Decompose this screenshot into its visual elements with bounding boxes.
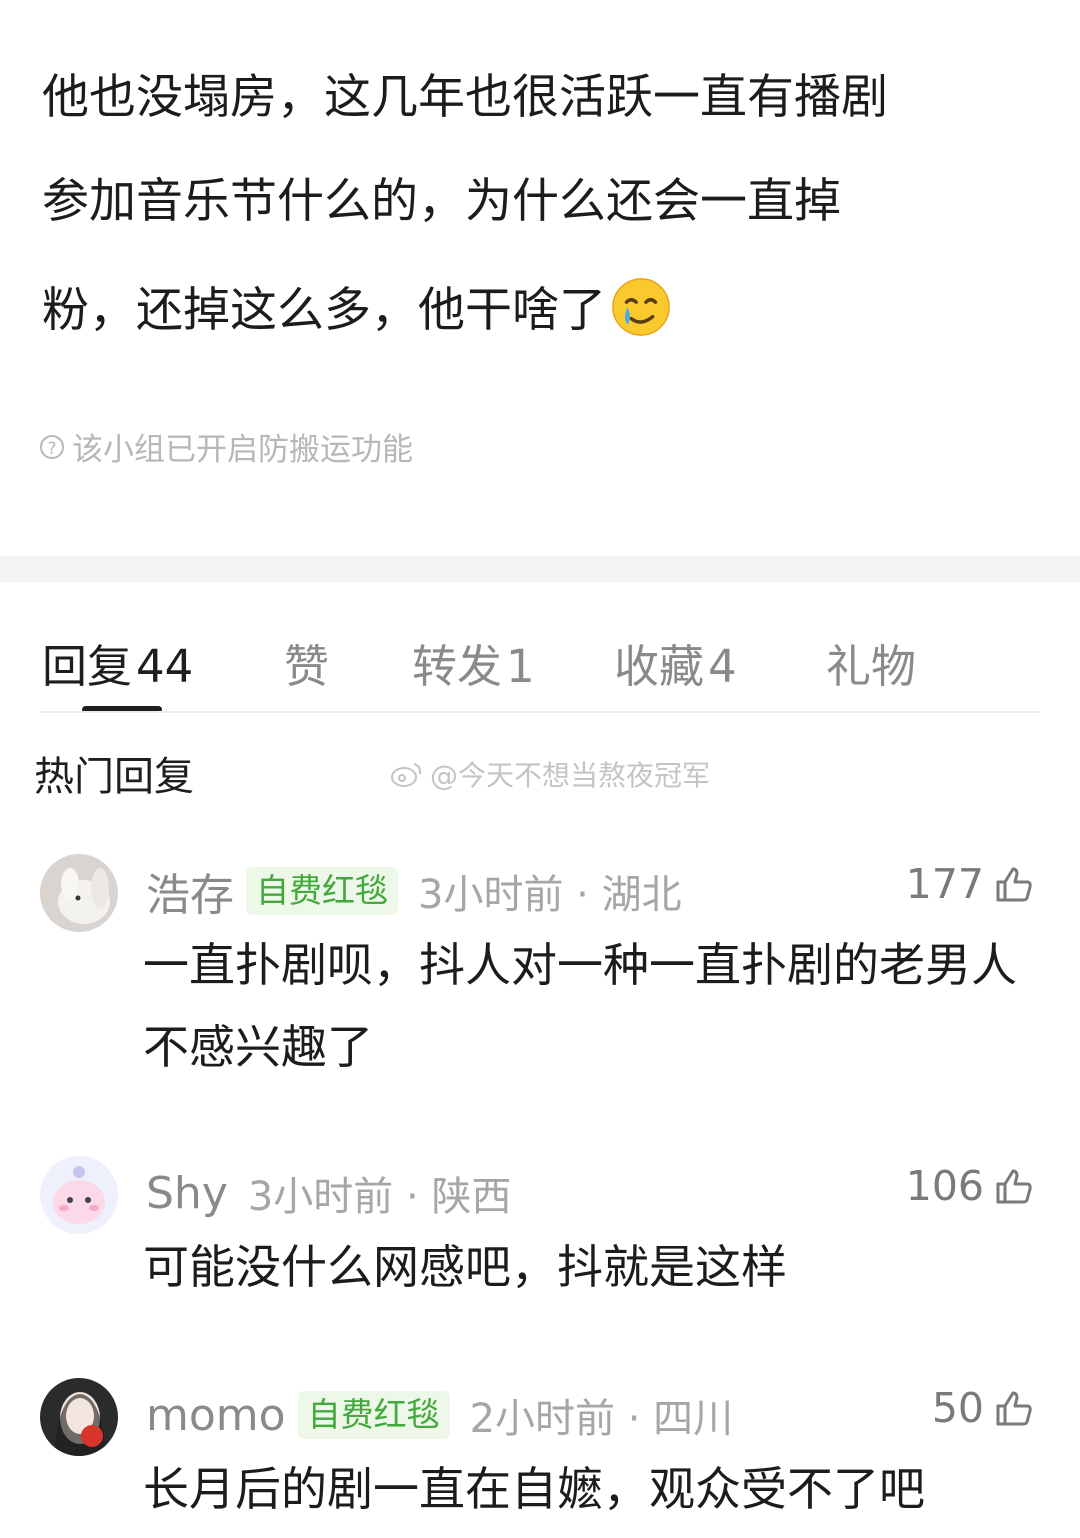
like-count: 177 xyxy=(905,860,984,908)
status-badge: 自费红毯 xyxy=(246,867,398,915)
post-text-segment: 粉，还掉这么多，他干啥了 xyxy=(42,283,606,338)
comment-time-location: 3小时前 · 陕西 xyxy=(247,1174,512,1220)
crying-smile-emoji-icon xyxy=(612,278,670,336)
post-body: 他也没塌房，这几年也很活跃一直有播剧 参加音乐节什么的，为什么还会一直掉 粉，还… xyxy=(0,0,1080,556)
post-text-line: 参加音乐节什么的，为什么还会一直掉 xyxy=(42,174,841,229)
avatar[interactable] xyxy=(40,1378,118,1456)
username[interactable]: Shy xyxy=(146,1168,228,1219)
tab-reposts[interactable]: 转发1 xyxy=(412,630,535,695)
like-count: 106 xyxy=(905,1162,984,1210)
comment-text: 长月后的剧一直在自嬷，观众受不了吧 xyxy=(143,1462,925,1516)
hot-replies-title: 热门回复 xyxy=(34,754,194,800)
tab-likes[interactable]: 赞 xyxy=(284,630,329,695)
tab-replies[interactable]: 回复44 xyxy=(42,630,193,695)
like-count: 50 xyxy=(931,1384,984,1432)
comment-item: Shy 3小时前 · 陕西 106 可能没什么网感吧，抖就是这样 xyxy=(0,1156,1080,1316)
username[interactable]: 浩存 xyxy=(146,859,234,923)
avatar[interactable] xyxy=(40,1156,118,1234)
tab-label: 转发 xyxy=(412,640,503,693)
tab-favorites[interactable]: 收藏4 xyxy=(614,630,737,695)
tab-gifts[interactable]: 礼物 xyxy=(826,630,916,695)
tab-label: 回复 xyxy=(42,640,133,693)
notice-text: 该小组已开启防搬运功能 xyxy=(72,432,413,468)
tab-label: 礼物 xyxy=(826,640,917,693)
weibo-watermark: @今天不想当熬夜冠军 xyxy=(390,754,710,794)
status-badge: 自费红毯 xyxy=(297,1391,450,1439)
comment-item: momo 自费红毯 2小时前 · 四川 50 长月后的剧一直在自嬷，观众受不了吧 xyxy=(0,1378,1080,1538)
comment-time-location: 3小时前 · 湖北 xyxy=(418,872,682,918)
tabs-divider xyxy=(40,711,1040,713)
like-button[interactable]: 177 xyxy=(906,860,1036,908)
thumbs-up-icon xyxy=(996,1169,1032,1204)
comment-meta: momo 自费红毯 2小时前 · 四川 xyxy=(146,1380,733,1450)
username[interactable]: momo xyxy=(146,1390,286,1441)
tab-label: 收藏 xyxy=(614,640,705,693)
comment-meta: Shy 3小时前 · 陕西 xyxy=(146,1158,511,1228)
comment-text: 可能没什么网感吧，抖就是这样 xyxy=(143,1240,787,1294)
post-text-line: 他也没塌房，这几年也很活跃一直有播剧 xyxy=(42,70,888,125)
tab-count: 4 xyxy=(708,640,737,693)
tab-count: 44 xyxy=(136,640,194,693)
comment-meta: 浩存 自费红毯 3小时前 · 湖北 xyxy=(146,856,682,926)
section-separator xyxy=(0,556,1080,582)
question-circle-icon: ? xyxy=(40,434,64,459)
thumbs-up-icon xyxy=(996,867,1032,902)
anti-repost-notice: ? 该小组已开启防搬运功能 xyxy=(40,424,413,469)
weibo-logo-icon xyxy=(391,763,422,787)
watermark-text: @今天不想当熬夜冠军 xyxy=(430,759,711,792)
post-text-line: 粉，还掉这么多，他干啥了 xyxy=(42,276,672,341)
comment-time-location: 2小时前 · 四川 xyxy=(469,1396,734,1442)
like-button[interactable]: 50 xyxy=(932,1384,1036,1432)
thumbs-up-icon xyxy=(996,1391,1032,1426)
comment-item: 浩存 自费红毯 3小时前 · 湖北 177 一直扑剧呗，抖人对一种一直扑剧的老男… xyxy=(0,854,1080,1104)
like-button[interactable]: 106 xyxy=(906,1162,1036,1210)
avatar[interactable] xyxy=(40,854,118,932)
tab-label: 赞 xyxy=(284,640,330,693)
comment-text: 一直扑剧呗，抖人对一种一直扑剧的老男人不感兴趣了 xyxy=(143,938,1017,1074)
interaction-tabs: 回复44 赞 转发1 收藏4 礼物 xyxy=(0,620,1080,713)
tab-count: 1 xyxy=(506,640,535,693)
